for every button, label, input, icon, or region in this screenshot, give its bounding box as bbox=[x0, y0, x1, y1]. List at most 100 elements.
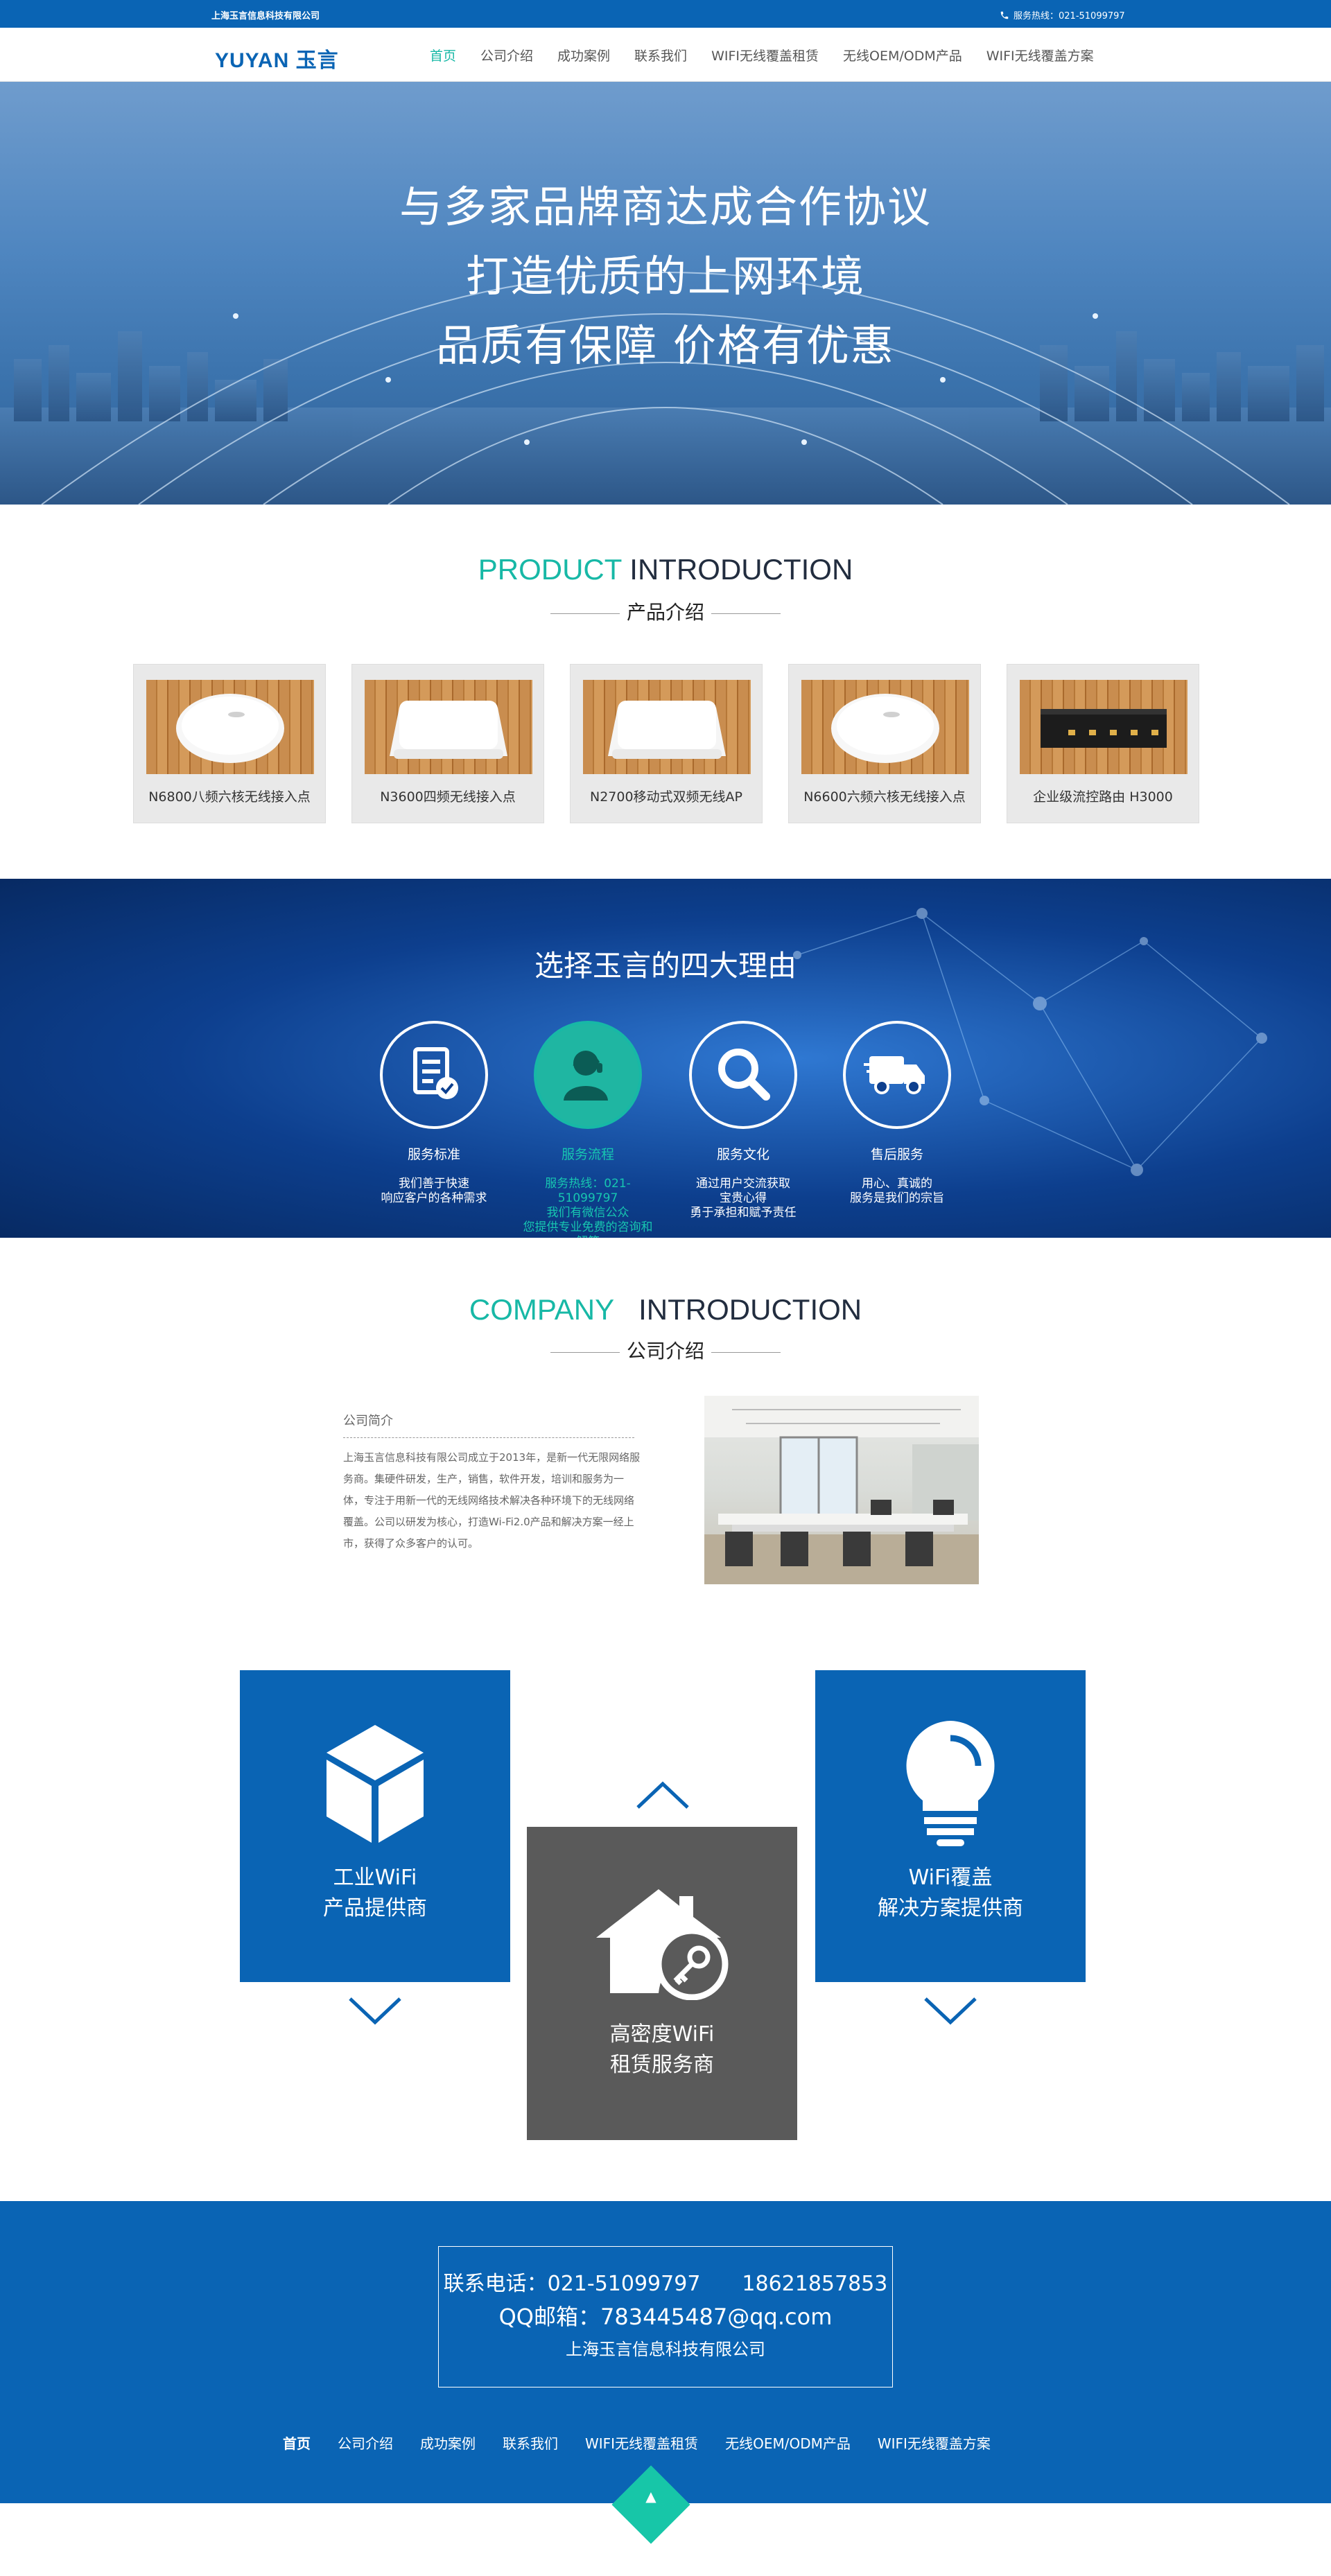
product-card[interactable]: 企业级流控路由 H3000 bbox=[1007, 664, 1199, 823]
hero-banner: 与多家品牌商达成合作协议 打造优质的上网环境 品质有保障 价格有优惠 bbox=[0, 82, 1331, 505]
product-card[interactable]: N6800八频六核无线接入点 bbox=[133, 664, 326, 823]
reason-desc: 服务热线：021-51099797我们有微信公众您提供专业免费的咨询和解答 bbox=[519, 1177, 657, 1238]
footer-nav-item-1[interactable]: 公司介绍 bbox=[338, 2433, 393, 2453]
product-image[interactable] bbox=[146, 680, 314, 774]
footer-nav-item-3[interactable]: 联系我们 bbox=[503, 2433, 558, 2453]
reason-name: 服务标准 bbox=[407, 1147, 460, 1162]
office-illustration bbox=[704, 1396, 979, 1584]
product-label[interactable]: N3600四频无线接入点 bbox=[352, 787, 543, 805]
document-check-icon bbox=[403, 1042, 465, 1107]
nav-item-1[interactable]: 公司介绍 bbox=[480, 46, 533, 64]
nav-item-4[interactable]: WIFI无线覆盖租赁 bbox=[711, 46, 819, 64]
lightbulb-icon bbox=[906, 1721, 995, 1846]
chevron-down-icon[interactable] bbox=[347, 1996, 403, 2026]
service-box-rental[interactable]: 高密度WiFi 租赁服务商 bbox=[527, 1827, 797, 2140]
product-image[interactable] bbox=[1020, 680, 1188, 774]
reasons-section: 选择玉言的四大理由 服务标准 我们善于快速 响应客户的各种需求 服务流程 服务热线：02… bbox=[0, 879, 1331, 1238]
reason-desc-line: 我们善于快速 bbox=[399, 1177, 469, 1191]
company-title-rest: INTRODUCTION bbox=[638, 1293, 862, 1326]
product-image[interactable] bbox=[365, 680, 532, 774]
hotline: 服务热线：021-51099797 bbox=[1000, 8, 1125, 21]
reason-desc-line: 用心、真诚的 bbox=[862, 1177, 932, 1191]
reason-desc-line: 响应客户的各种需求 bbox=[381, 1191, 487, 1205]
reason-icon-circle bbox=[689, 1021, 797, 1129]
company-section-title: COMPANY INTRODUCTION bbox=[0, 1293, 1331, 1326]
service-box-line-1: 高密度WiFi bbox=[609, 2022, 715, 2047]
nav-item-2[interactable]: 成功案例 bbox=[557, 46, 610, 64]
service-box-line-1: 工业WiFi bbox=[333, 1866, 417, 1890]
network-background bbox=[793, 908, 1267, 1176]
product-card[interactable]: N2700移动式双频无线AP bbox=[570, 664, 763, 823]
footer-nav-item-6[interactable]: WIFI无线覆盖方案 bbox=[878, 2433, 991, 2453]
reason-item[interactable]: 服务标准我们善于快速 响应客户的各种需求 bbox=[365, 1021, 503, 1206]
nav-item-5[interactable]: 无线OEM/ODM产品 bbox=[843, 46, 962, 64]
hotline-text: 服务热线：021-51099797 bbox=[1014, 11, 1125, 21]
chevron-up-icon[interactable] bbox=[635, 1780, 690, 1810]
reason-desc-line: 通过用户交流获取 bbox=[696, 1177, 790, 1191]
service-box-line-1: WiFi覆盖 bbox=[908, 1866, 993, 1890]
product-label[interactable]: N6600六频六核无线接入点 bbox=[789, 787, 980, 805]
divider bbox=[550, 1351, 620, 1353]
nav-item-6[interactable]: WIFI无线覆盖方案 bbox=[986, 46, 1094, 64]
product-title-rest: INTRODUCTION bbox=[629, 553, 853, 586]
service-box-coverage[interactable]: WiFi覆盖 解决方案提供商 bbox=[815, 1670, 1086, 1982]
footer-nav-item-2[interactable]: 成功案例 bbox=[420, 2433, 476, 2453]
product-image[interactable] bbox=[801, 680, 969, 774]
contact-phone: 联系电话：021-51099797 18621857853 bbox=[443, 2272, 888, 2296]
divider bbox=[711, 613, 781, 614]
about-text: 上海玉言信息科技有限公司成立于2013年，是新一代无限网络服务商。集硬件研发，生… bbox=[343, 1451, 641, 1550]
product-label[interactable]: N6800八频六核无线接入点 bbox=[134, 787, 325, 805]
product-subtitle: 产品介绍 bbox=[0, 597, 1331, 625]
footer-menu: 首页 公司介绍 成功案例 联系我们 WIFI无线覆盖租赁 无线OEM/ODM产品 WIFI无… bbox=[283, 2433, 1018, 2453]
phone-icon bbox=[1000, 11, 1009, 19]
hero-line-2: 打造优质的上网环境 bbox=[465, 251, 865, 301]
reason-desc-line: 勇于承担和赋予责任 bbox=[690, 1206, 797, 1220]
footer-nav-item-0[interactable]: 首页 bbox=[283, 2433, 311, 2453]
reason-desc: 通过用户交流获取 宝贵心得 勇于承担和赋予责任 bbox=[674, 1177, 812, 1220]
hero-line-1: 与多家品牌商达成合作协议 bbox=[399, 182, 932, 232]
footer: 联系电话：021-51099797 18621857853 QQ邮箱：78344… bbox=[0, 2201, 1331, 2503]
nav-item-0[interactable]: 首页 bbox=[430, 46, 456, 64]
product-section-title: PRODUCT INTRODUCTION bbox=[0, 553, 1331, 586]
top-bar: 上海玉言信息科技有限公司 服务热线：021-51099797 bbox=[0, 0, 1331, 28]
house-key-icon bbox=[596, 1889, 729, 2000]
service-box-industrial[interactable]: 工业WiFi 产品提供商 bbox=[240, 1670, 510, 1982]
logo[interactable]: YUYAN 玉言 bbox=[215, 43, 339, 73]
service-box-line-2: 租赁服务商 bbox=[610, 2053, 714, 2077]
reason-name: 服务流程 bbox=[561, 1147, 614, 1162]
product-image[interactable] bbox=[583, 680, 751, 774]
reason-desc-line: 您提供专业免费的咨询和解答 bbox=[523, 1220, 653, 1238]
delivery-truck-icon bbox=[864, 1042, 930, 1107]
hero-line-3: 品质有保障 价格有优惠 bbox=[436, 320, 895, 371]
footer-nav-item-5[interactable]: 无线OEM/ODM产品 bbox=[725, 2433, 851, 2453]
divider bbox=[711, 1351, 781, 1353]
contact-company: 上海玉言信息科技有限公司 bbox=[566, 2340, 765, 2359]
top-company-name: 上海玉言信息科技有限公司 bbox=[211, 11, 320, 21]
reason-item[interactable]: 服务流程服务热线：021-51099797我们有微信公众您提供专业免费的咨询和解… bbox=[519, 1021, 657, 1238]
reason-desc-line: 我们有微信公众 bbox=[546, 1206, 629, 1220]
reason-desc: 用心、真诚的 服务是我们的宗旨 bbox=[828, 1177, 966, 1206]
contact-box: 联系电话：021-51099797 18621857853 QQ邮箱：78344… bbox=[438, 2246, 893, 2387]
reason-name: 服务文化 bbox=[716, 1147, 769, 1162]
reason-name: 售后服务 bbox=[870, 1147, 923, 1162]
reason-icon-circle bbox=[534, 1021, 642, 1129]
search-icon bbox=[712, 1042, 774, 1107]
reason-desc-line: 服务热线：021-51099797 bbox=[545, 1177, 631, 1205]
service-box-line-2: 产品提供商 bbox=[323, 1896, 427, 1920]
reason-item[interactable]: 服务文化通过用户交流获取 宝贵心得 勇于承担和赋予责任 bbox=[674, 1021, 812, 1220]
reason-desc: 我们善于快速 响应客户的各种需求 bbox=[365, 1177, 503, 1206]
reason-item[interactable]: 售后服务用心、真诚的 服务是我们的宗旨 bbox=[828, 1021, 966, 1206]
reason-icon-circle bbox=[843, 1021, 951, 1129]
customer-service-icon bbox=[557, 1042, 619, 1107]
footer-nav-item-4[interactable]: WIFI无线覆盖租赁 bbox=[585, 2433, 698, 2453]
product-card[interactable]: N3600四频无线接入点 bbox=[351, 664, 544, 823]
product-label[interactable]: N2700移动式双频无线AP bbox=[571, 787, 762, 805]
chevron-down-icon[interactable] bbox=[923, 1996, 978, 2026]
nav-menu: 首页 公司介绍 成功案例 联系我们 WIFI无线覆盖租赁 无线OEM/ODM产品 WIFI无… bbox=[430, 46, 1118, 64]
product-card[interactable]: N6600六频六核无线接入点 bbox=[788, 664, 981, 823]
about-heading: 公司简介 bbox=[343, 1411, 634, 1438]
product-label[interactable]: 企业级流控路由 H3000 bbox=[1007, 787, 1199, 805]
nav-item-3[interactable]: 联系我们 bbox=[634, 46, 687, 64]
company-subtitle: 公司介绍 bbox=[0, 1336, 1331, 1364]
main-nav: YUYAN 玉言 首页 公司介绍 成功案例 联系我们 WIFI无线覆盖租赁 无线OEM/O… bbox=[0, 28, 1331, 82]
